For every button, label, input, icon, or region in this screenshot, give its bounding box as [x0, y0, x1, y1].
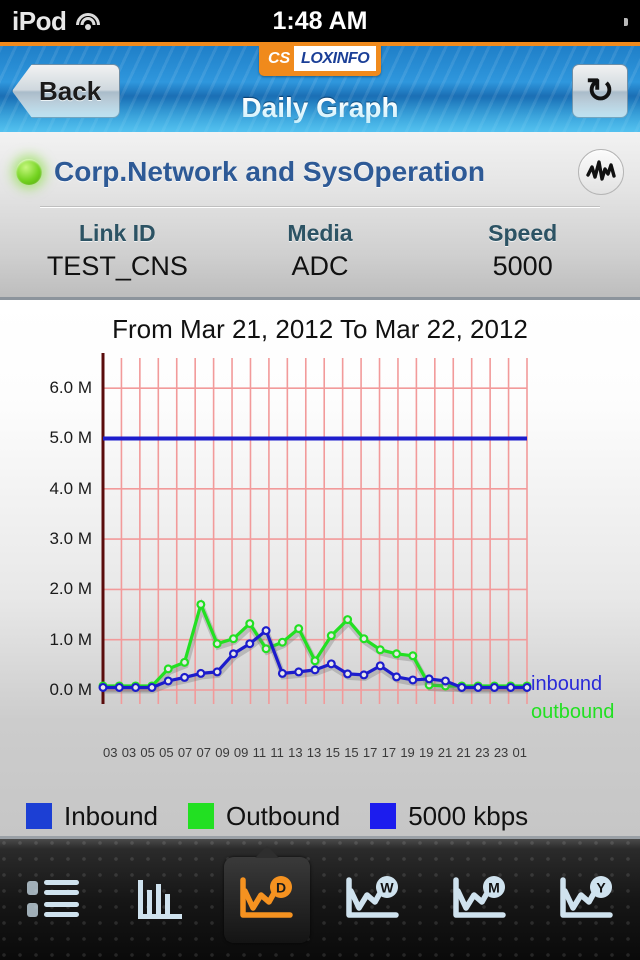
x-axis-tick-label: 21 — [437, 745, 453, 760]
carrier-label: iPod — [12, 5, 67, 36]
line-chart-icon: W — [344, 875, 402, 925]
bar-chart-icon — [134, 876, 186, 924]
y-axis-tick-label: 1.0 M — [49, 629, 92, 649]
toolbar-item-weekly[interactable]: W — [320, 839, 427, 960]
toolbar-item-monthly[interactable]: M — [427, 839, 534, 960]
info-column-link-id: Link ID TEST_CNS — [16, 220, 219, 282]
info-column-media: Media ADC — [219, 220, 422, 282]
navigation-bar: Back CS LOXINFO Daily Graph ↻ — [0, 42, 640, 132]
waveform-button[interactable] — [578, 149, 624, 195]
back-button[interactable]: Back — [12, 64, 121, 118]
x-axis-tick-label: 07 — [177, 745, 193, 760]
x-axis-tick-label: 13 — [288, 745, 303, 760]
x-axis-tick-label: 03 — [103, 745, 118, 760]
toolbar-item-bar[interactable] — [107, 839, 214, 960]
chart-svg — [98, 353, 532, 704]
svg-text:M: M — [488, 879, 500, 895]
battery-charging-icon — [588, 11, 628, 32]
x-axis-tick-label: 15 — [325, 745, 340, 760]
logo-cs-text: CS — [268, 49, 291, 67]
status-bar: iPod 1:48 AM — [0, 0, 640, 42]
x-axis-tick-label: 19 — [400, 745, 415, 760]
device-title-row: Corp.Network and SysOperation — [16, 144, 624, 200]
y-axis-tick-label: 0.0 M — [49, 680, 92, 699]
info-table: Link ID TEST_CNS Media ADC Speed 5000 — [16, 208, 624, 282]
info-value-speed: 5000 — [492, 251, 553, 281]
legend-label: 5000 kbps — [408, 800, 529, 831]
x-axis-tick-label: 17 — [381, 745, 397, 760]
device-name-label: Corp.Network and SysOperation — [54, 156, 485, 187]
svg-text:D: D — [276, 879, 286, 895]
series-annotation-inbound: inbound — [531, 673, 603, 695]
chart-plot: 0.0 M 1.0 M 2.0 M 3.0 M 4.0 M 5.0 M 6.0 M 03 03… — [0, 348, 640, 760]
x-axis-tick-label: 11 — [270, 745, 284, 760]
line-chart-icon: D — [238, 875, 296, 925]
x-axis-tick-label: 09 — [215, 745, 230, 760]
x-axis-tick-label: 11 — [252, 745, 267, 760]
toolbar-item-list[interactable] — [0, 839, 107, 960]
chart-title: From Mar 21, 2012 To Mar 22, 2012 — [112, 314, 528, 344]
x-axis-tick-label: 23 — [493, 745, 509, 760]
status-bar-left: iPod — [12, 6, 101, 37]
x-axis-tick-label: 21 — [456, 745, 471, 760]
chart-legend: Inbound Outbound 5000 kbps — [0, 790, 640, 842]
list-icon — [25, 877, 81, 923]
x-axis-tick-label: 13 — [306, 745, 322, 760]
x-axis-tick-label: 09 — [233, 745, 249, 760]
toolbar-item-daily[interactable]: D — [213, 839, 320, 960]
x-axis-tick-label: 01 — [512, 745, 527, 760]
y-axis-tick-label: 5.0 M — [49, 428, 92, 448]
x-axis-tick-label: 23 — [475, 745, 490, 760]
info-column-speed: Speed 5000 — [421, 220, 624, 282]
legend-swatch — [370, 803, 397, 829]
legend-item: 5000 kbps — [370, 801, 528, 832]
refresh-icon: ↻ — [585, 72, 615, 110]
x-axis-tick-label: 15 — [344, 745, 359, 760]
status-led-green-icon — [16, 159, 42, 185]
line-chart-icon: M — [451, 875, 509, 925]
info-header-speed: Speed — [488, 220, 558, 246]
refresh-button[interactable]: ↻ — [572, 64, 628, 118]
legend-swatch — [26, 803, 52, 829]
legend-label: Inbound — [64, 800, 158, 831]
x-axis-tick-label: 05 — [140, 745, 155, 760]
svg-text:W: W — [381, 879, 395, 895]
x-axis-tick-label: 07 — [196, 745, 211, 760]
y-axis-tick-label: 4.0 M — [49, 478, 92, 498]
x-axis-tick-label: 03 — [121, 745, 137, 760]
device-info-panel: Corp.Network and SysOperation Link ID TE… — [0, 132, 640, 300]
legend-item: Outbound — [187, 800, 341, 832]
bottom-toolbar: D W M Y — [0, 836, 640, 960]
chart-area: From Mar 21, 2012 To Mar 22, 2012 0.0 M 1… — [0, 300, 640, 840]
x-axis-tick-label: 19 — [419, 745, 434, 760]
x-axis-tick-label: 17 — [362, 745, 378, 760]
wifi-icon — [75, 11, 101, 31]
page-title: Daily Graph — [241, 92, 399, 123]
y-axis-tick-label: 2.0 M — [49, 579, 92, 599]
info-value-link-id: TEST_CNS — [46, 251, 188, 281]
csloxinfo-logo: CS LOXINFO — [259, 46, 381, 76]
line-chart-icon: Y — [558, 875, 616, 925]
y-axis-tick-label: 3.0 M — [49, 529, 92, 549]
legend-swatch — [187, 803, 214, 829]
svg-text:Y: Y — [596, 879, 606, 895]
status-bar-right — [588, 11, 628, 32]
series-annotation-outbound: outbound — [531, 701, 615, 723]
info-header-link-id: Link ID — [79, 220, 156, 246]
info-value-media: ADC — [291, 251, 349, 281]
info-header-media: Media — [287, 220, 353, 246]
waveform-icon — [586, 160, 616, 181]
toolbar-item-yearly[interactable]: Y — [533, 839, 640, 960]
logo-loxinfo-text: LOXINFO — [294, 46, 376, 71]
legend-label: Outbound — [225, 800, 341, 831]
x-axis-tick-label: 05 — [159, 745, 174, 760]
legend-item: Inbound — [26, 801, 158, 832]
y-axis-tick-label: 6.0 M — [49, 378, 92, 398]
x-axis-labels: 03 03 05 05 07 07 09 09 11 11 13 13 15 15 17 17 19 19 21 21… — [103, 745, 527, 760]
